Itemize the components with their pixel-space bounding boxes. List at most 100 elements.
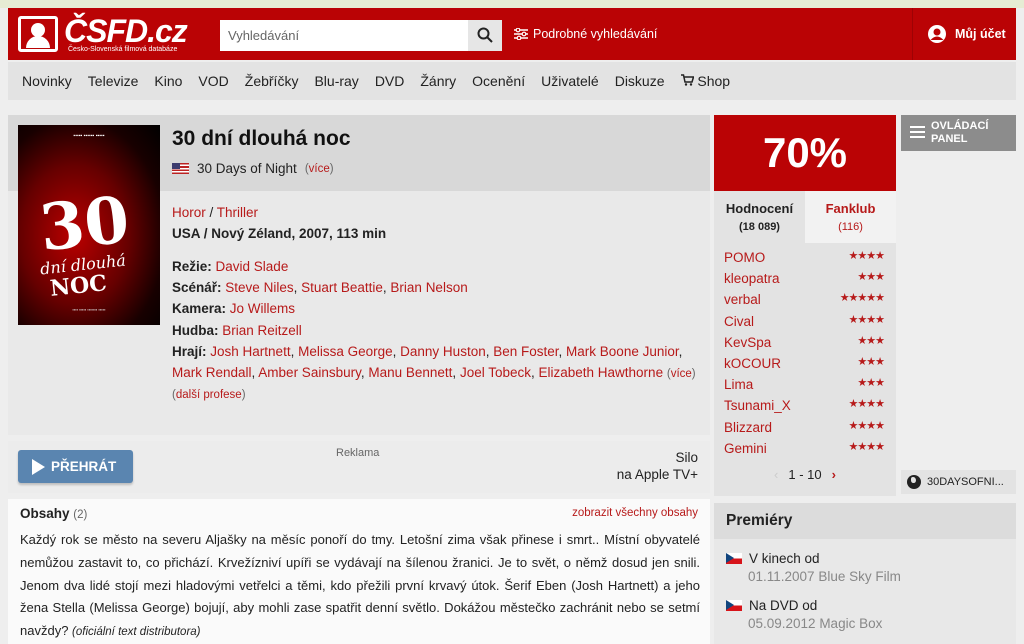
nav-item-diskuze[interactable]: Diskuze <box>615 73 665 89</box>
person-link[interactable]: Joel Tobeck <box>460 365 531 380</box>
advanced-search-link[interactable]: Podrobné vyhledávání <box>514 27 657 41</box>
person-link[interactable]: Amber Sainsbury <box>258 365 361 380</box>
nav-item-uzivatele[interactable]: Uživatelé <box>541 73 599 89</box>
original-title-more: (více) <box>304 162 334 175</box>
nav-item-dvd[interactable]: DVD <box>375 73 405 89</box>
nav-item-televize[interactable]: Televize <box>88 73 139 89</box>
user-link[interactable]: Gemini <box>724 441 767 456</box>
search-icon <box>477 27 493 43</box>
genre-link[interactable]: Thriller <box>217 205 258 220</box>
stars-icon: ★★★ <box>857 355 885 368</box>
premiere-detail: 05.09.2012 Magic Box <box>748 616 883 631</box>
ratings-pager: ‹ 1 - 10 › <box>714 467 896 482</box>
ad-line2: na Apple TV+ <box>616 467 698 482</box>
show-all-plots-link[interactable]: zobrazit všechny obsahy <box>572 507 698 519</box>
search-input[interactable] <box>220 20 468 51</box>
logo-text: ČSFD.cz <box>64 13 188 49</box>
poster-tagline-decor: ▪▪▪▪▪ ▪▪▪▪▪▪ ▪▪▪▪▪ <box>73 133 105 139</box>
nav-item-shop[interactable]: Shop <box>680 73 730 89</box>
stars-icon: ★★★★ <box>848 398 885 411</box>
crew-label: Režie: <box>172 259 212 274</box>
user-icon <box>928 25 946 43</box>
tab-fanclub-count: (116) <box>838 221 863 233</box>
person-link[interactable]: Danny Huston <box>400 344 486 359</box>
user-ratings-list: POMO ★★★★ kleopatra ★★★ verbal ★★★★★ Cival ★… <box>714 248 896 460</box>
genre-link[interactable]: Horor <box>172 205 206 220</box>
user-link[interactable]: kleopatra <box>724 271 780 286</box>
stars-icon: ★★★ <box>857 334 885 347</box>
chevron-left-icon[interactable]: ‹ <box>774 467 778 482</box>
person-link[interactable]: Jo Willems <box>230 301 295 316</box>
play-button[interactable]: PŘEHRÁT <box>18 450 133 483</box>
plot-body: Každý rok se město na severu Aljašky na … <box>20 532 700 639</box>
pager-range: 1 - 10 <box>788 467 822 482</box>
site-logo[interactable]: ČSFD.cz Česko-Slovenská filmová databáze <box>18 14 188 56</box>
logo-subtitle: Česko-Slovenská filmová databáze <box>68 46 178 53</box>
film-poster[interactable]: ▪▪▪▪▪ ▪▪▪▪▪▪ ▪▪▪▪▪ 30 dní dlouhá NOC ▪▪▪… <box>18 125 160 325</box>
person-link[interactable]: Stuart Beattie <box>301 280 383 295</box>
menu-icon <box>910 126 925 138</box>
user-link[interactable]: Blizzard <box>724 420 772 435</box>
stars-icon: ★★★★ <box>848 440 885 453</box>
user-link[interactable]: verbal <box>724 292 761 307</box>
person-link[interactable]: Ben Foster <box>493 344 558 359</box>
tab-ratings[interactable]: Hodnocení (18 089) <box>714 191 805 243</box>
nav-item-zanry[interactable]: Žánry <box>420 73 456 89</box>
list-item: kOCOUR ★★★ <box>714 354 896 375</box>
premiere-detail: 01.11.2007 Blue Sky Film <box>748 569 901 584</box>
ad-banner[interactable]: Silo na Apple TV+ <box>617 449 698 483</box>
user-link[interactable]: Tsunami_X <box>724 398 791 413</box>
crew-music-row: Hudba: Brian Reitzell <box>172 320 702 341</box>
nav-item-oceneni[interactable]: Ocenění <box>472 73 525 89</box>
account-button[interactable]: Můj účet <box>912 8 1016 60</box>
original-title-text: 30 Days of Night <box>197 161 297 176</box>
user-link[interactable]: POMO <box>724 250 765 265</box>
nav-item-bluray[interactable]: Blu-ray <box>314 73 358 89</box>
user-link[interactable]: kOCOUR <box>724 356 781 371</box>
control-panel-button[interactable]: OVLÁDACÍ PANEL <box>901 115 1016 151</box>
chevron-right-icon[interactable]: › <box>832 467 836 482</box>
crew-label: Hrají: <box>172 343 207 359</box>
nav-item-novinky[interactable]: Novinky <box>22 73 72 89</box>
person-link[interactable]: David Slade <box>216 259 289 274</box>
crew-cast-row: Hrají: Josh Hartnett, Melissa George, Da… <box>172 343 696 381</box>
film-origin: USA / Nový Zéland, 2007, 113 min <box>172 226 387 241</box>
official-site-link[interactable]: 30DAYSOFNI... <box>901 470 1016 494</box>
cast-more-link[interactable]: více <box>671 368 692 380</box>
person-link[interactable]: Steve Niles <box>225 280 293 295</box>
crew-director-row: Režie: David Slade <box>172 256 702 277</box>
person-link[interactable]: Brian Nelson <box>390 280 467 295</box>
user-link[interactable]: Lima <box>724 377 753 392</box>
rating-panel: 70% Hodnocení (18 089) Fanklub (116) POM… <box>714 115 896 496</box>
crew-label: Scénář: <box>172 280 222 296</box>
list-item: Tsunami_X ★★★★ <box>714 396 896 417</box>
us-flag-icon <box>172 163 189 174</box>
more-titles-link[interactable]: více <box>309 163 330 175</box>
cz-flag-icon <box>726 600 742 611</box>
official-site-label: 30DAYSOFNI... <box>927 476 1004 488</box>
person-link[interactable]: Elizabeth Hawthorne <box>539 365 664 380</box>
user-link[interactable]: Cival <box>724 314 754 329</box>
nav-item-zebricky[interactable]: Žebříčky <box>245 73 299 89</box>
cart-icon <box>680 74 695 86</box>
other-professions-link[interactable]: další profese <box>176 389 242 401</box>
nav-item-vod[interactable]: VOD <box>198 73 228 89</box>
tab-fanclub-label: Fanklub <box>825 201 876 216</box>
person-link[interactable]: Melissa George <box>298 344 393 359</box>
ad-label: Reklama <box>336 447 380 459</box>
person-link[interactable]: Mark Rendall <box>172 365 252 380</box>
globe-icon <box>907 475 921 489</box>
cz-flag-icon <box>726 553 742 564</box>
premiere-title: Na DVD od <box>749 598 818 613</box>
list-item: Blizzard ★★★★ <box>714 418 896 439</box>
control-panel-line1: OVLÁDACÍ <box>931 120 989 132</box>
search-button[interactable] <box>468 20 502 51</box>
nav-item-kino[interactable]: Kino <box>154 73 182 89</box>
tab-fanclub[interactable]: Fanklub (116) <box>805 191 896 243</box>
person-link[interactable]: Brian Reitzell <box>222 323 302 338</box>
person-link[interactable]: Manu Bennett <box>368 365 452 380</box>
person-link[interactable]: Josh Hartnett <box>210 344 290 359</box>
person-link[interactable]: Mark Boone Junior <box>566 344 679 359</box>
list-item: Gemini ★★★★ <box>714 439 896 460</box>
user-link[interactable]: KevSpa <box>724 335 771 350</box>
